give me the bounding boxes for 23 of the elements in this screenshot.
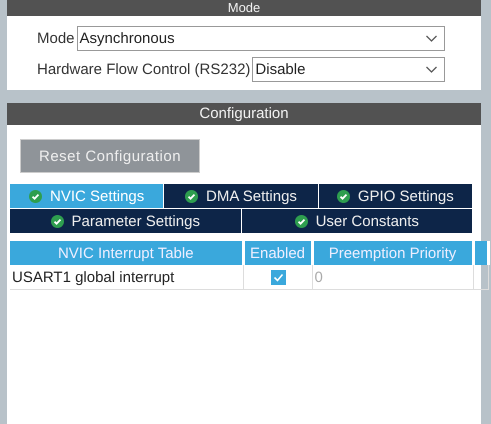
check-circle-icon [336, 190, 350, 202]
column-header: Enabled [243, 241, 312, 265]
chevron-down-icon [425, 34, 438, 42]
dropdown[interactable]: Disable [252, 57, 445, 82]
check-circle-icon [185, 190, 198, 202]
tab[interactable]: Parameter Settings [10, 209, 242, 234]
table-cell: 0 [312, 265, 473, 290]
checkbox[interactable] [271, 270, 286, 284]
panel-header: Mode [7, 0, 481, 16]
dropdown[interactable]: Asynchronous [76, 26, 445, 51]
field-label: Hardware Flow Control (RS232) [37, 61, 250, 78]
chevron-down-icon [425, 66, 438, 74]
check-circle-icon [29, 190, 42, 202]
check-circle-icon [50, 214, 64, 228]
tab[interactable]: User Constants [242, 209, 473, 234]
table-cell: USART1 global interrupt [10, 265, 243, 290]
column-header: NVIC Interrupt Table [10, 241, 243, 265]
tab[interactable]: DMA Settings [164, 184, 319, 209]
panel-header: Configuration [7, 103, 481, 125]
check-circle-icon [294, 214, 308, 228]
field-label: Mode [37, 30, 75, 47]
column-header: Preemption Priority [312, 241, 473, 265]
tab[interactable]: GPIO Settings [318, 184, 473, 209]
